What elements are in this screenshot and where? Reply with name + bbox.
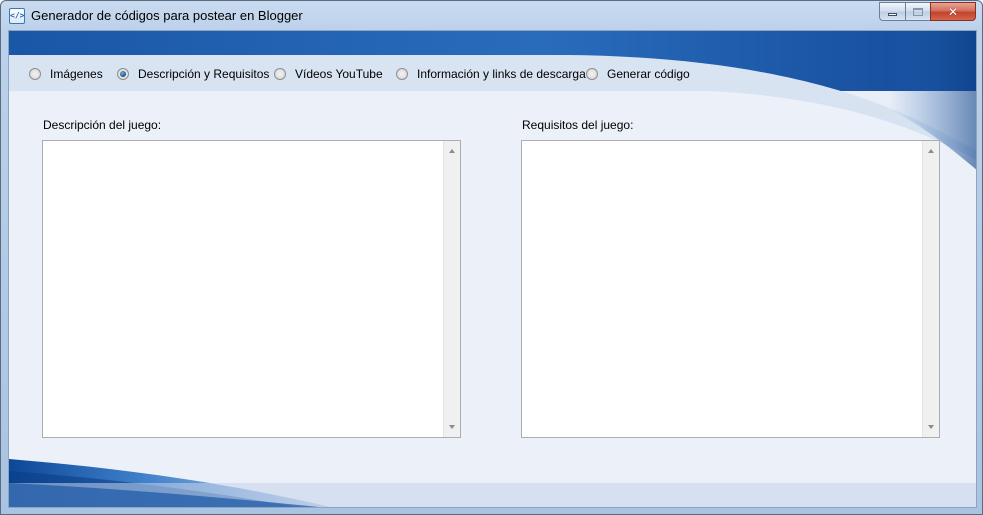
maximize-button[interactable] bbox=[905, 2, 930, 21]
scroll-up-icon[interactable] bbox=[928, 149, 934, 153]
tab-informacion-links[interactable]: Información y links de descarga bbox=[396, 65, 586, 83]
close-icon: ✕ bbox=[947, 4, 959, 19]
scroll-down-icon[interactable] bbox=[449, 425, 455, 429]
tab-imagenes[interactable]: Imágenes bbox=[29, 65, 103, 83]
scroll-down-icon[interactable] bbox=[928, 425, 934, 429]
radio-button[interactable] bbox=[274, 68, 286, 80]
description-label: Descripción del juego: bbox=[43, 118, 162, 132]
tab-videos-youtube[interactable]: Vídeos YouTube bbox=[274, 65, 383, 83]
tab-label: Descripción y Requisitos bbox=[138, 67, 270, 81]
requirements-scrollbar[interactable] bbox=[922, 141, 939, 437]
client-area: Imágenes Descripción y Requisitos Vídeos… bbox=[8, 30, 977, 508]
code-icon: </> bbox=[9, 8, 25, 24]
tab-generar-codigo[interactable]: Generar código bbox=[586, 65, 690, 83]
description-scrollbar[interactable] bbox=[443, 141, 460, 437]
radio-button[interactable] bbox=[586, 68, 598, 80]
radio-button[interactable] bbox=[396, 68, 408, 80]
window-title: Generador de códigos para postear en Blo… bbox=[31, 8, 303, 23]
radio-button[interactable] bbox=[29, 68, 41, 80]
window-controls: ✕ bbox=[879, 2, 976, 21]
title-bar[interactable]: </> Generador de códigos para postear en… bbox=[1, 1, 982, 31]
section-selector: Imágenes Descripción y Requisitos Vídeos… bbox=[9, 65, 976, 83]
description-textarea[interactable] bbox=[42, 140, 461, 438]
tab-label: Información y links de descarga bbox=[417, 67, 586, 81]
app-window: </> Generador de códigos para postear en… bbox=[0, 0, 983, 515]
tab-label: Generar código bbox=[607, 67, 690, 81]
minimize-icon bbox=[888, 13, 897, 16]
requirements-textarea[interactable] bbox=[521, 140, 940, 438]
requirements-label: Requisitos del juego: bbox=[522, 118, 634, 132]
tab-label: Vídeos YouTube bbox=[295, 67, 383, 81]
close-button[interactable]: ✕ bbox=[930, 2, 976, 21]
minimize-button[interactable] bbox=[879, 2, 905, 21]
scroll-up-icon[interactable] bbox=[449, 149, 455, 153]
maximize-icon bbox=[913, 7, 923, 16]
tab-descripcion-requisitos[interactable]: Descripción y Requisitos bbox=[117, 65, 269, 83]
radio-button-checked[interactable] bbox=[117, 68, 129, 80]
tab-label: Imágenes bbox=[50, 67, 103, 81]
